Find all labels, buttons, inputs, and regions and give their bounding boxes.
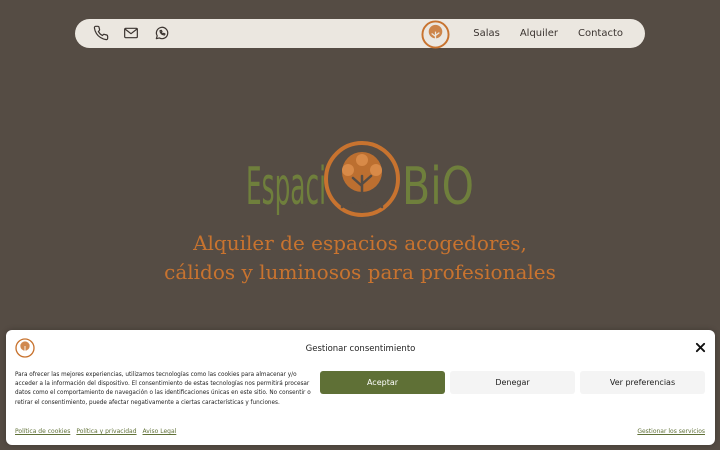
tagline-line-1: Alquiler de espacios acogedores, [193, 231, 527, 255]
hero-logo: Espaci BiO [244, 140, 476, 218]
main-menu: Salas Alquiler Contacto [473, 19, 623, 48]
nav-link-salas[interactable]: Salas [473, 28, 500, 39]
consent-title: Gestionar consentimiento [305, 344, 416, 354]
legal-notice-link[interactable]: Aviso Legal [143, 428, 177, 435]
privacy-policy-link[interactable]: Política y privacidad [76, 428, 136, 435]
accept-button[interactable]: Aceptar [320, 371, 445, 394]
brand-text-left: Espaci [246, 157, 326, 217]
brand-text-right: BiO [402, 157, 474, 217]
close-icon[interactable] [695, 342, 706, 353]
whatsapp-icon[interactable] [154, 25, 170, 41]
tree-emblem-icon [324, 141, 400, 217]
brand-logo-icon[interactable] [421, 20, 450, 49]
nav-link-alquiler[interactable]: Alquiler [520, 28, 558, 39]
consent-description: Para ofrecer las mejores experiencias, u… [15, 372, 311, 406]
cookie-policy-link[interactable]: Política de cookies [15, 428, 70, 435]
top-nav: Salas Alquiler Contacto [75, 19, 645, 49]
cookie-consent-dialog: Gestionar consentimiento Para ofrecer la… [6, 330, 715, 445]
hero-tagline: Alquiler de espacios acogedores, cálidos… [150, 229, 570, 287]
mail-icon[interactable] [123, 25, 139, 41]
tagline-line-2: cálidos y luminosos para profesionales [164, 260, 556, 284]
manage-services-link[interactable]: Gestionar los servicios [637, 428, 705, 435]
phone-icon[interactable] [93, 25, 109, 41]
consent-links: Política de cookies Política y privacida… [15, 428, 176, 435]
deny-button[interactable]: Denegar [450, 371, 575, 394]
view-preferences-button[interactable]: Ver preferencias [580, 371, 705, 394]
nav-link-contacto[interactable]: Contacto [578, 28, 623, 39]
